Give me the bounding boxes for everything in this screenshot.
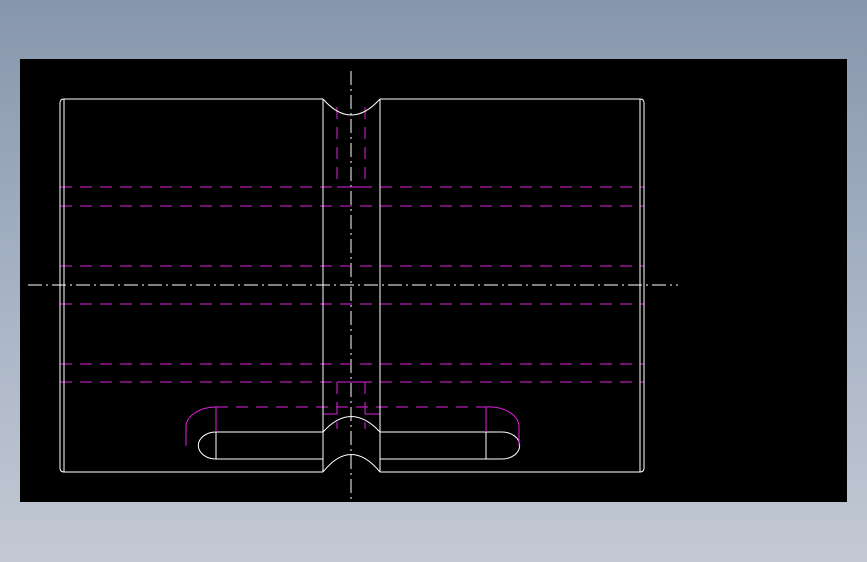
slot-outline <box>197 431 521 460</box>
slot-hidden-right-cap <box>485 406 520 446</box>
cad-viewport[interactable] <box>20 59 847 502</box>
bottom-slot <box>185 406 521 460</box>
cad-drawing <box>28 71 678 499</box>
hidden-bore-lines <box>60 186 644 408</box>
slot-hidden-left-cap <box>185 406 217 446</box>
